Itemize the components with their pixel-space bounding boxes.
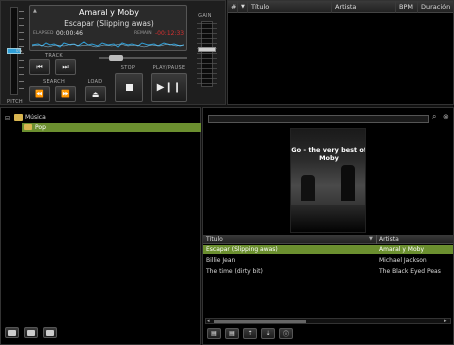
add-folder-button[interactable] [24, 327, 38, 338]
deck-panel: 0% PITCH ▲ Amaral y Moby Escapar (Slippi… [0, 0, 226, 105]
info-button[interactable]: ⓘ [279, 328, 293, 339]
add-track-icon: ▤ [211, 330, 217, 337]
folder-icon [24, 124, 32, 130]
stop-label: STOP [120, 65, 136, 71]
row-title: The time (dirty bit) [206, 268, 263, 275]
scrollbar-thumb[interactable] [214, 320, 306, 323]
add-to-playlist-button[interactable]: ▤ [207, 328, 221, 339]
album-reflection [291, 205, 365, 232]
import-icon: ⇡ [247, 330, 253, 337]
search-icon[interactable]: ⌕ [432, 112, 436, 122]
tracks-header: Título ▼ Artista [203, 235, 453, 244]
folder-remove-icon [46, 329, 54, 336]
folder-icon [8, 329, 16, 336]
load-label: LOAD [87, 79, 103, 85]
tree-expand-icon[interactable]: ⊟ [5, 115, 10, 122]
export-button[interactable]: ⇣ [261, 328, 275, 339]
scroll-right-icon[interactable]: ▸ [444, 318, 447, 324]
col-title[interactable]: Título [248, 1, 332, 13]
album-cover: Go - the very best of Moby [290, 128, 366, 233]
tree-root-label[interactable]: Música [25, 114, 46, 121]
prev-track-button[interactable]: ⏮ [29, 59, 50, 75]
sort-icon[interactable]: ▼ [369, 235, 373, 244]
elapsed-time: 00:00:46 [56, 30, 83, 37]
table-row[interactable]: Billie Jean Michael Jackson [203, 256, 453, 265]
deck-song: Escapar (Slipping awas) [64, 19, 154, 28]
row-artist: Michael Jackson [379, 257, 427, 264]
pitch-zero-indicator: 0% [16, 48, 23, 53]
rewind-button[interactable]: ⏪ [29, 86, 50, 102]
fast-forward-icon: ⏩ [61, 90, 70, 98]
col-duration[interactable]: Duración [418, 1, 453, 13]
row-title: Billie Jean [206, 257, 236, 264]
add-all-button[interactable]: ▤ [225, 328, 239, 339]
add-all-icon: ▤ [229, 330, 235, 337]
col-bpm[interactable]: BPM [396, 1, 418, 13]
rewind-icon: ⏪ [35, 90, 44, 98]
table-row[interactable]: Escapar (Slipping awas) Amaral y Moby [203, 245, 453, 254]
deck-artist: Amaral y Moby [78, 8, 139, 17]
playlist-header: # ▼ Título Artista BPM Duración [228, 1, 453, 13]
album-figure-right [341, 165, 355, 201]
col-title[interactable]: Título [206, 235, 223, 244]
waveform[interactable] [32, 39, 184, 51]
skip-forward-icon: ⏭ [62, 62, 69, 71]
load-button[interactable]: ⏏ [85, 86, 106, 102]
gain-label: GAIN [198, 13, 212, 19]
folder-icon [14, 114, 23, 121]
next-track-button[interactable]: ⏭ [55, 59, 76, 75]
stop-icon [125, 84, 133, 91]
col-artist[interactable]: Artista [379, 235, 399, 244]
stop-button[interactable] [115, 73, 143, 102]
new-folder-button[interactable] [5, 327, 19, 338]
fast-forward-button[interactable]: ⏩ [55, 86, 76, 102]
search-input[interactable] [208, 115, 429, 123]
col-number[interactable]: # [228, 1, 238, 13]
library-panel: ⊟ Música Pop [0, 107, 201, 345]
col-divider [376, 235, 377, 244]
progress-slider-handle[interactable] [109, 55, 123, 61]
pitch-label: PITCH [6, 99, 23, 105]
row-title: Escapar (Slipping awas) [206, 246, 278, 253]
gain-tick-marks [197, 23, 217, 85]
folder-add-icon [27, 329, 35, 336]
search-label: SEARCH [42, 79, 66, 85]
play-pause-icon: ▶❙❙ [156, 82, 182, 93]
tree-item-pop[interactable]: Pop [22, 123, 201, 132]
clear-search-icon[interactable]: ⊗ [443, 113, 449, 121]
gain-slider-handle[interactable] [198, 47, 216, 52]
scroll-left-icon[interactable]: ◂ [207, 318, 210, 324]
play-pause-button[interactable]: ▶❙❙ [151, 73, 187, 102]
playpause-label: PLAY/PAUSE [152, 65, 186, 71]
eject-load-icon: ⏏ [91, 89, 100, 99]
info-icon: ⓘ [282, 331, 289, 338]
export-icon: ⇣ [265, 330, 271, 337]
row-artist: The Black Eyed Peas [379, 268, 441, 275]
col-number-sort-icon[interactable]: ▼ [238, 1, 248, 13]
remain-time: -00:12:33 [155, 30, 185, 37]
col-artist[interactable]: Artista [332, 1, 396, 13]
tree-item-label: Pop [35, 124, 46, 131]
elapsed-label: ELAPSED [33, 31, 54, 36]
album-title: Go - the very best of Moby [291, 146, 366, 162]
table-row[interactable]: The time (dirty bit) The Black Eyed Peas [203, 267, 453, 276]
browser-panel: ⌕ ⊗ Go - the very best of Moby Título ▼ … [202, 107, 454, 345]
playlist-panel: # ▼ Título Artista BPM Duración [227, 0, 454, 105]
deck-display: ▲ Amaral y Moby Escapar (Slipping awas) … [29, 5, 187, 51]
skip-back-icon: ⏮ [36, 62, 43, 71]
import-button[interactable]: ⇡ [243, 328, 257, 339]
remain-label: REMAIN [134, 31, 152, 36]
album-figure-left [301, 175, 315, 201]
remove-folder-button[interactable] [43, 327, 57, 338]
row-artist: Amaral y Moby [379, 246, 425, 253]
horizontal-scrollbar[interactable]: ◂ ▸ [205, 318, 451, 324]
